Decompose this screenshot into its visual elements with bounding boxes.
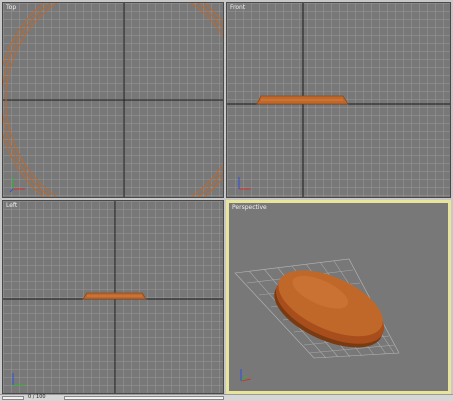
viewport-front[interactable]: Front xyxy=(226,2,451,198)
viewport-left[interactable]: Left xyxy=(2,200,224,394)
axis-gizmo xyxy=(9,177,25,193)
viewport-front-canvas xyxy=(227,3,450,197)
viewport-top-canvas xyxy=(3,3,223,197)
viewport-top[interactable]: Top xyxy=(2,2,224,198)
status-field[interactable] xyxy=(2,396,24,400)
status-slider-track[interactable] xyxy=(64,396,224,400)
viewport-left-canvas xyxy=(3,201,223,393)
viewport-label-perspective[interactable]: Perspective xyxy=(232,204,267,212)
viewport-perspective[interactable]: Perspective xyxy=(226,200,451,394)
axis-gizmo xyxy=(240,369,252,382)
viewport-label-top[interactable]: Top xyxy=(6,4,16,12)
status-text: 0 / 100 xyxy=(28,394,46,400)
axis-gizmo xyxy=(12,373,25,386)
viewport-label-front[interactable]: Front xyxy=(230,4,245,12)
axis-gizmo xyxy=(238,177,251,190)
viewport-perspective-canvas xyxy=(234,258,400,382)
viewport-label-left[interactable]: Left xyxy=(6,202,17,210)
